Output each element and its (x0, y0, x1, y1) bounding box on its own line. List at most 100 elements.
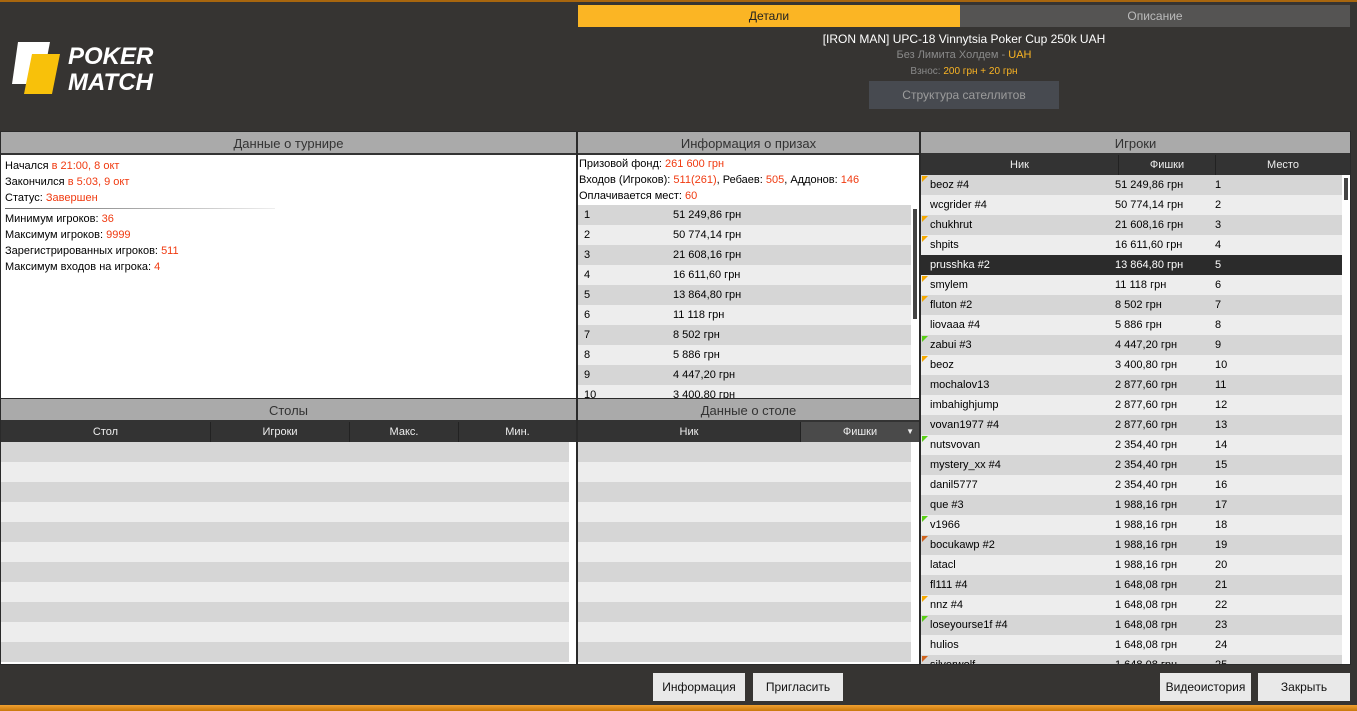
status-flag-icon (922, 216, 928, 222)
column-min[interactable]: Мин. (459, 422, 576, 442)
player-row[interactable]: fl111 #4 1 648,08 грн 21 (921, 575, 1342, 595)
empty-row (578, 562, 911, 582)
prize-place: 2 (584, 229, 591, 241)
player-row[interactable]: imbahighjump 2 877,60 грн 12 (921, 395, 1342, 415)
column-place[interactable]: Место (1216, 155, 1350, 175)
player-chips: 5 886 грн (1115, 319, 1162, 331)
player-nick: mochalov13 (930, 379, 990, 391)
player-row[interactable]: que #3 1 988,16 грн 17 (921, 495, 1342, 515)
table-data-list (578, 442, 911, 662)
player-place: 8 (1215, 319, 1222, 331)
prize-row: 5 13 864,80 грн (578, 285, 911, 305)
prize-scrollbar[interactable] (913, 209, 917, 319)
player-nick: nnz #4 (930, 599, 964, 611)
column-table[interactable]: Стол (1, 422, 211, 442)
player-nick: vovan1977 #4 (930, 419, 1000, 431)
player-row[interactable]: beoz #4 51 249,86 грн 1 (921, 175, 1342, 195)
column-players[interactable]: Игроки (211, 422, 350, 442)
tab-description[interactable]: Описание (960, 5, 1350, 27)
player-chips: 3 400,80 грн (1115, 359, 1178, 371)
player-row[interactable]: nutsvovan 2 354,40 грн 14 (921, 435, 1342, 455)
game-type: Без Лимита Холдем - UAH (578, 49, 1350, 61)
currency: UAH (1008, 49, 1032, 61)
prize-amount: 13 864,80 грн (673, 289, 742, 301)
player-place: 14 (1215, 439, 1228, 451)
empty-row (1, 482, 569, 502)
satellites-structure-button[interactable]: Структура сателлитов (869, 81, 1059, 109)
player-row[interactable]: liovaaa #4 5 886 грн 8 (921, 315, 1342, 335)
player-place: 4 (1215, 239, 1222, 251)
player-row[interactable]: zabui #3 4 447,20 грн 9 (921, 335, 1342, 355)
column-max[interactable]: Макс. (350, 422, 459, 442)
players-column-header: Ник Фишки Место (921, 155, 1350, 175)
status-flag-icon (922, 356, 928, 362)
empty-row (578, 502, 911, 522)
player-row[interactable]: hulios 1 648,08 грн 24 (921, 635, 1342, 655)
player-nick: wcgrider #4 (930, 199, 987, 211)
players-scrollbar[interactable] (1344, 178, 1348, 200)
empty-row (578, 622, 911, 642)
player-nick: que #3 (930, 499, 964, 511)
buyin-value: 200 грн + 20 грн (943, 66, 1018, 77)
player-chips: 1 988,16 грн (1115, 499, 1178, 511)
player-chips: 50 774,14 грн (1115, 199, 1184, 211)
column-nick[interactable]: Ник (921, 155, 1119, 175)
divider (5, 208, 275, 209)
player-row[interactable]: beoz 3 400,80 грн 10 (921, 355, 1342, 375)
player-place: 9 (1215, 339, 1222, 351)
player-chips: 2 877,60 грн (1115, 379, 1178, 391)
empty-row (578, 522, 911, 542)
player-chips: 13 864,80 грн (1115, 259, 1184, 271)
table-data-column-header: Ник Фишки ▼ (578, 422, 919, 442)
info-button[interactable]: Информация (653, 673, 745, 701)
prize-pool-row: Призовой фонд: 261 600 грн (579, 158, 725, 170)
player-row[interactable]: silverwolf 1 648,08 грн 25 (921, 655, 1342, 665)
paid-places-row: Оплачивается мест: 60 (579, 190, 698, 202)
player-row[interactable]: loseyourse1f #4 1 648,08 грн 23 (921, 615, 1342, 635)
player-row[interactable]: shpits 16 611,60 грн 4 (921, 235, 1342, 255)
tab-details[interactable]: Детали (578, 5, 960, 27)
prize-place: 4 (584, 269, 591, 281)
player-row[interactable]: fluton #2 8 502 грн 7 (921, 295, 1342, 315)
player-row[interactable]: prusshka #2 13 864,80 грн 5 (921, 255, 1342, 275)
video-history-button[interactable]: Видеоистория (1160, 673, 1251, 701)
player-chips: 1 648,08 грн (1115, 599, 1178, 611)
invite-button[interactable]: Пригласить (753, 673, 843, 701)
players-panel: Игроки Ник Фишки Место beoz #4 51 249,86 … (920, 131, 1351, 665)
status-row: Статус: Завершен (5, 192, 98, 204)
column-chips[interactable]: Фишки (1119, 155, 1216, 175)
player-place: 15 (1215, 459, 1228, 471)
column-chips-sorted[interactable]: Фишки ▼ (801, 422, 919, 442)
prize-place: 5 (584, 289, 591, 301)
prize-row: 9 4 447,20 грн (578, 365, 911, 385)
buyin: Взнос: 200 грн + 20 грн (578, 66, 1350, 77)
player-place: 25 (1215, 659, 1228, 665)
prize-row: 8 5 886 грн (578, 345, 911, 365)
player-row[interactable]: mochalov13 2 877,60 грн 11 (921, 375, 1342, 395)
player-row[interactable]: v1966 1 988,16 грн 18 (921, 515, 1342, 535)
player-row[interactable]: latacl 1 988,16 грн 20 (921, 555, 1342, 575)
player-place: 7 (1215, 299, 1222, 311)
player-row[interactable]: vovan1977 #4 2 877,60 грн 13 (921, 415, 1342, 435)
player-row[interactable]: chukhrut 21 608,16 грн 3 (921, 215, 1342, 235)
player-row[interactable]: nnz #4 1 648,08 грн 22 (921, 595, 1342, 615)
svg-text:MATCH: MATCH (68, 69, 154, 96)
close-button[interactable]: Закрыть (1258, 673, 1350, 701)
player-row[interactable]: danil5777 2 354,40 грн 16 (921, 475, 1342, 495)
panel-title: Игроки (921, 132, 1350, 155)
panel-title: Столы (1, 399, 576, 422)
player-chips: 8 502 грн (1115, 299, 1162, 311)
prize-place: 3 (584, 249, 591, 261)
column-nick[interactable]: Ник (578, 422, 801, 442)
player-row[interactable]: smylem 11 118 грн 6 (921, 275, 1342, 295)
prize-row: 2 50 774,14 грн (578, 225, 911, 245)
max-players-row: Максимум игроков: 9999 (5, 229, 131, 241)
player-row[interactable]: mystery_xx #4 2 354,40 грн 15 (921, 455, 1342, 475)
player-row[interactable]: bocukawp #2 1 988,16 грн 19 (921, 535, 1342, 555)
empty-row (1, 462, 569, 482)
player-nick: smylem (930, 279, 968, 291)
status-flag-icon (922, 516, 928, 522)
game-label: Без Лимита Холдем - (896, 49, 1009, 61)
prize-amount: 8 502 грн (673, 329, 720, 341)
player-row[interactable]: wcgrider #4 50 774,14 грн 2 (921, 195, 1342, 215)
